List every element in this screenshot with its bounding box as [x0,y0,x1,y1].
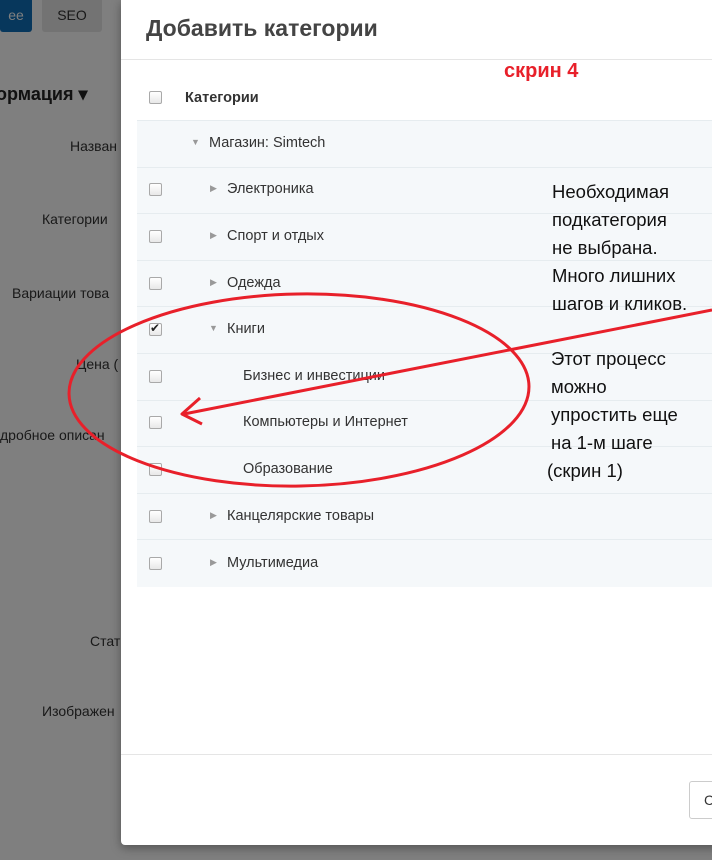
annotation-arrow [183,308,712,416]
annotation-drawing [67,292,712,488]
